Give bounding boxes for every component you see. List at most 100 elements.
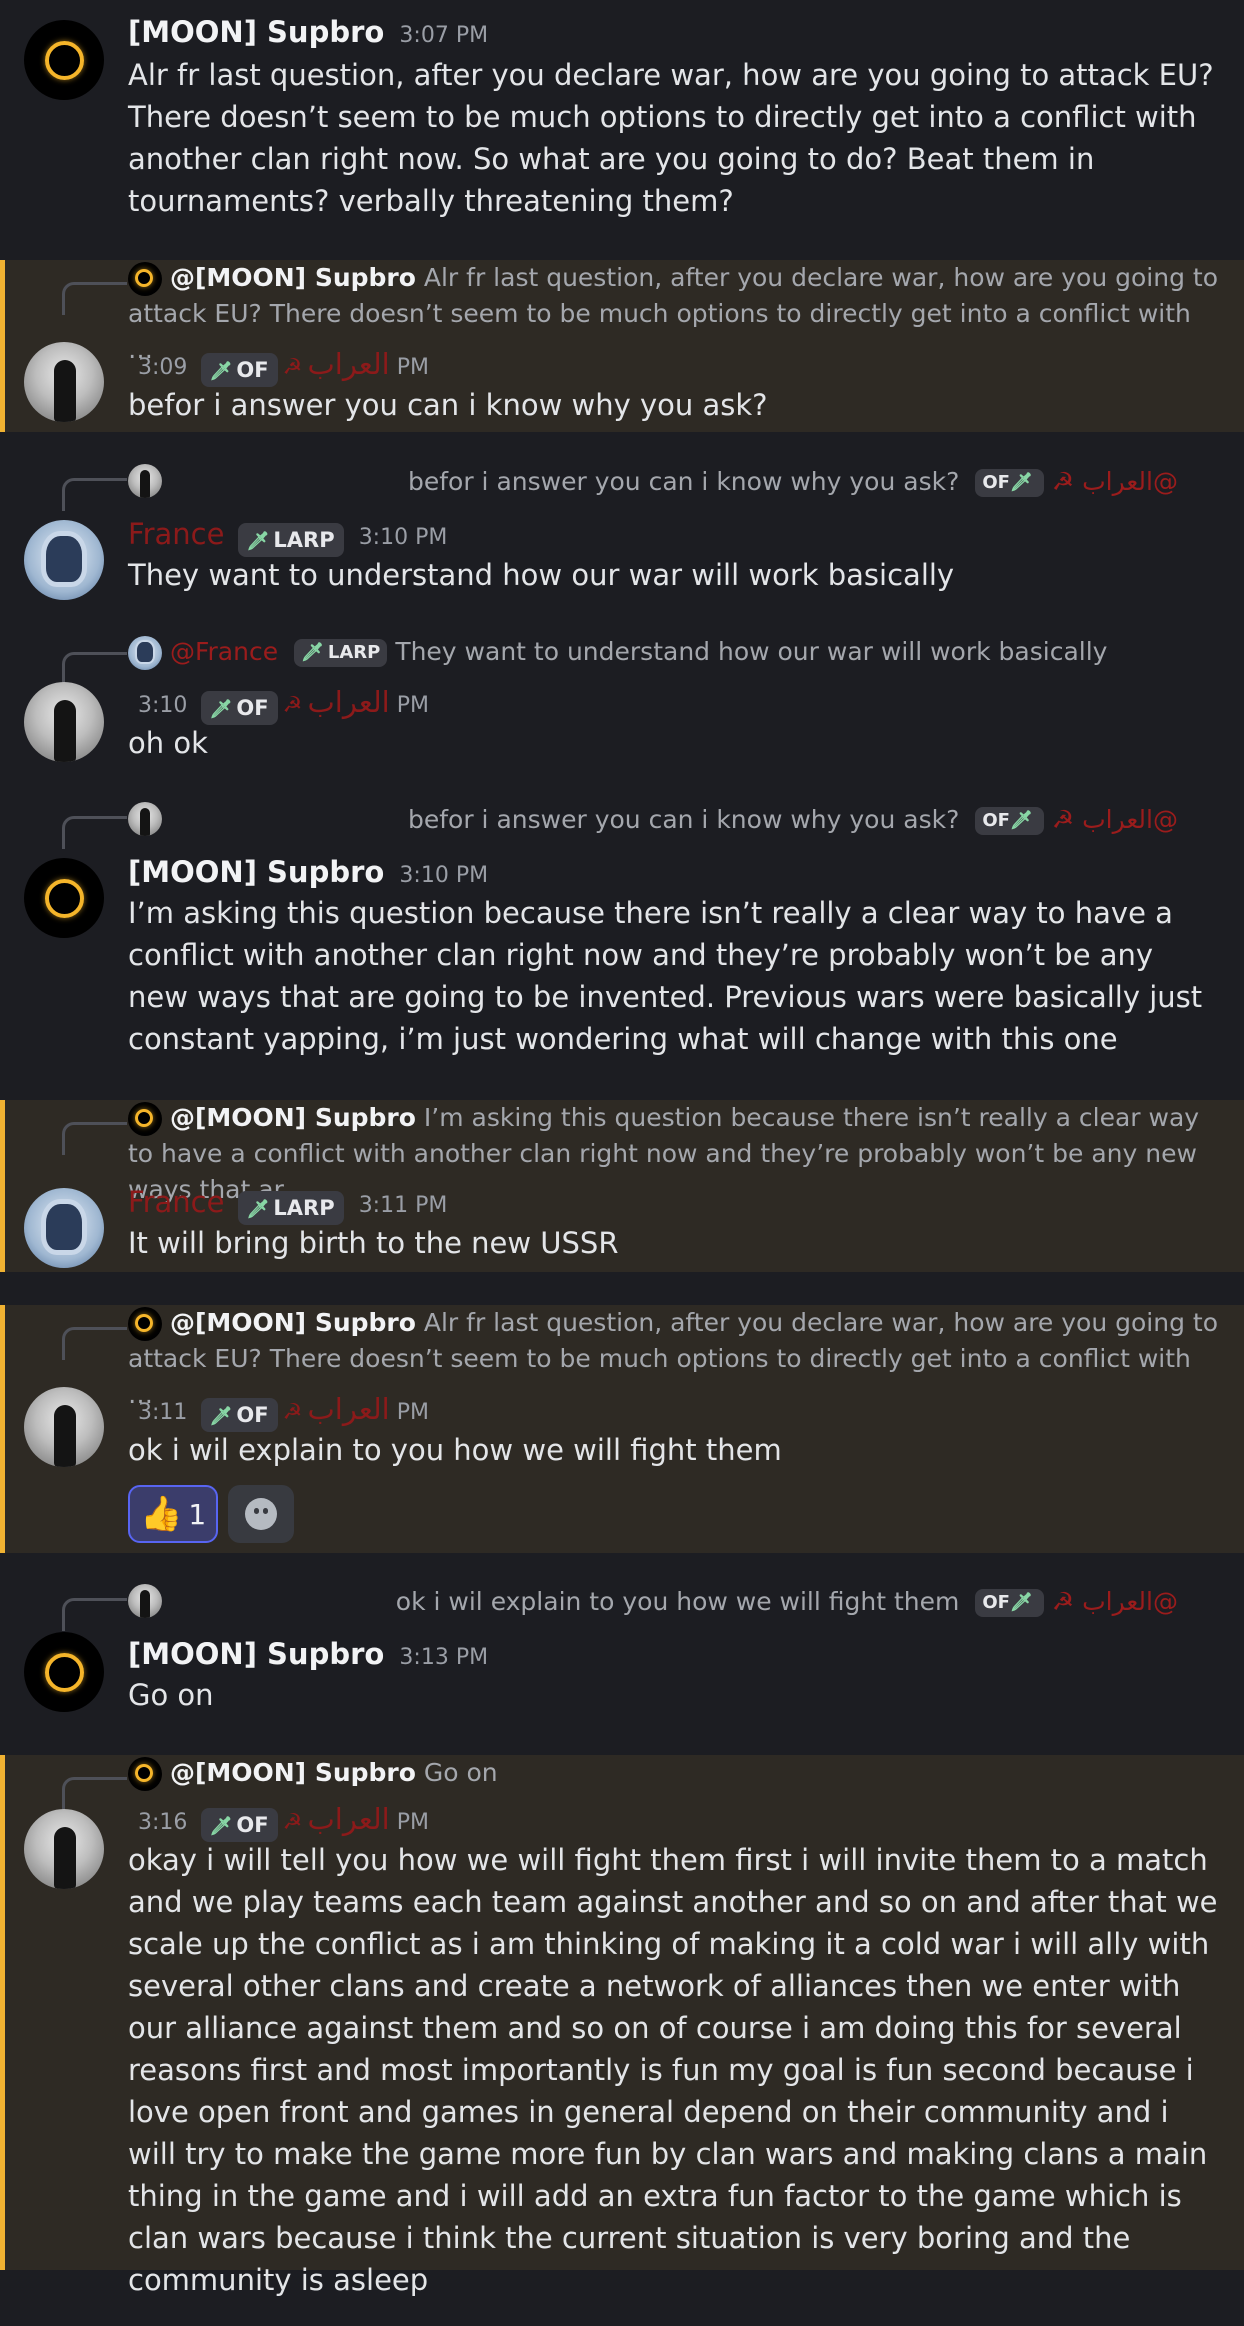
message-block: @France 🗡 LARP They want to understand ho… bbox=[0, 630, 1244, 780]
message-block-highlighted: @[MOON] Supbro I’m asking this question … bbox=[0, 1100, 1244, 1272]
reply-text: ok i wil explain to you how we will figh… bbox=[395, 1587, 960, 1616]
sword-icon: 🗡 bbox=[209, 360, 233, 382]
message-header: العراب ☭ 🗡 OF 3:16 PM bbox=[128, 1797, 429, 1842]
reply-avatar bbox=[128, 1757, 162, 1791]
add-reaction-button[interactable] bbox=[228, 1485, 295, 1543]
author-name[interactable]: France bbox=[128, 517, 224, 551]
message-block-highlighted: @[MOON] Supbro Go on العراب ☭ 🗡 OF 3:16 P… bbox=[0, 1755, 1244, 2297]
reply-preview[interactable]: @العراب ☭ 🗡OF ?befor i answer you can i … bbox=[128, 464, 1178, 500]
role-tag: 🗡OF bbox=[975, 807, 1044, 835]
author-name[interactable]: [MOON] Supbro bbox=[128, 855, 384, 889]
chat-log: [MOON] Supbro 3:07 PM Alr fr last questi… bbox=[0, 0, 1244, 2326]
message-text: They want to understand how our war will… bbox=[128, 558, 955, 592]
reply-connector bbox=[62, 1327, 127, 1360]
reply-author: @العراب ☭ bbox=[1051, 805, 1178, 834]
role-tag[interactable]: 🗡 LARP bbox=[237, 522, 344, 557]
message-text: Alr fr last question, after you declare … bbox=[128, 58, 1214, 218]
avatar-france[interactable] bbox=[24, 1188, 104, 1268]
author-name[interactable]: العراب bbox=[307, 1392, 389, 1426]
reply-author: @العراب ☭ bbox=[1051, 1587, 1178, 1616]
message-block-highlighted: @[MOON] Supbro Alr fr last question, aft… bbox=[0, 260, 1244, 432]
reply-author: @[MOON] Supbro bbox=[169, 263, 416, 292]
timestamp: 3:13 PM bbox=[399, 1645, 489, 1670]
reply-connector bbox=[62, 816, 127, 849]
sword-icon: 🗡 bbox=[209, 698, 233, 720]
reply-preview[interactable]: @العراب ☭ 🗡OF ok i wil explain to you ho… bbox=[128, 1584, 1178, 1620]
sword-icon: 🗡 bbox=[246, 530, 270, 552]
reply-author: @[MOON] Supbro bbox=[169, 1758, 416, 1787]
reply-author: @[MOON] Supbro bbox=[169, 1308, 416, 1337]
message-text: ok i wil explain to you how we will figh… bbox=[128, 1433, 782, 1467]
reply-text: They want to understand how our war will… bbox=[395, 637, 1108, 666]
reply-preview[interactable]: @العراب ☭ 🗡OF ?befor i answer you can i … bbox=[128, 802, 1178, 838]
message-header: [MOON] Supbro 3:10 PM bbox=[128, 850, 488, 894]
role-tag: 🗡 LARP bbox=[294, 639, 388, 667]
reply-connector bbox=[62, 1598, 127, 1631]
message-block-highlighted: @[MOON] Supbro Alr fr last question, aft… bbox=[0, 1305, 1244, 1553]
avatar-arab[interactable] bbox=[24, 1809, 104, 1889]
smiley-icon bbox=[245, 1498, 278, 1530]
avatar-supbro[interactable] bbox=[24, 1632, 104, 1712]
message-text: okay i will tell you how we will fight t… bbox=[128, 1843, 1218, 2297]
timestamp: 3:10 PM bbox=[358, 525, 448, 550]
reply-connector bbox=[62, 282, 127, 315]
message-header: [MOON] Supbro 3:07 PM bbox=[128, 10, 488, 54]
sickle-icon: ☭ bbox=[282, 1810, 303, 1835]
message-header: العراب ☭ 🗡 OF 3:10 PM bbox=[128, 680, 429, 725]
avatar-arab[interactable] bbox=[24, 342, 104, 422]
avatar-france[interactable] bbox=[24, 520, 104, 600]
reply-preview[interactable]: @[MOON] Supbro Go on bbox=[128, 1755, 1220, 1791]
message-block: [MOON] Supbro 3:07 PM Alr fr last questi… bbox=[0, 0, 1244, 250]
message-text: oh ok bbox=[128, 726, 208, 760]
role-tag[interactable]: 🗡 OF bbox=[200, 1397, 278, 1432]
message-header: France 🗡 LARP 3:11 PM bbox=[128, 1180, 448, 1225]
timestamp: 3:10 PM bbox=[399, 863, 489, 888]
sickle-icon: ☭ bbox=[282, 693, 303, 718]
message-header: [MOON] Supbro 3:13 PM bbox=[128, 1632, 488, 1676]
message-header: العراب ☭ 🗡 OF 3:11 PM bbox=[128, 1387, 429, 1432]
role-tag[interactable]: 🗡 OF bbox=[200, 352, 278, 387]
author-name[interactable]: العراب bbox=[307, 347, 389, 381]
avatar-supbro[interactable] bbox=[24, 20, 104, 100]
reaction-count: 1 bbox=[188, 1497, 207, 1531]
sword-icon: 🗡 bbox=[209, 1405, 233, 1427]
reply-connector bbox=[62, 478, 127, 511]
role-tag: 🗡OF bbox=[975, 1589, 1044, 1617]
message-block: @العراب ☭ 🗡OF ?befor i answer you can i … bbox=[0, 790, 1244, 1080]
reactions-bar: 👍 1 bbox=[128, 1485, 295, 1543]
role-tag[interactable]: 🗡 OF bbox=[200, 690, 278, 725]
timestamp: 3:11 PM bbox=[358, 1193, 448, 1218]
reply-text: Go on bbox=[423, 1758, 498, 1787]
role-tag[interactable]: 🗡 LARP bbox=[237, 1190, 344, 1225]
message-header: France 🗡 LARP 3:10 PM bbox=[128, 512, 448, 557]
author-name[interactable]: [MOON] Supbro bbox=[128, 15, 384, 49]
message-block: @العراب ☭ 🗡OF ok i wil explain to you ho… bbox=[0, 1572, 1244, 1742]
author-name[interactable]: France bbox=[128, 1185, 224, 1219]
avatar-arab[interactable] bbox=[24, 1387, 104, 1467]
reply-author: @العراب ☭ bbox=[1051, 467, 1178, 496]
message-text: It will bring birth to the new USSR bbox=[128, 1226, 619, 1260]
avatar-supbro[interactable] bbox=[24, 858, 104, 938]
reply-author: @[MOON] Supbro bbox=[169, 1103, 416, 1132]
reply-avatar bbox=[128, 262, 162, 296]
thumbs-up-icon: 👍 bbox=[140, 1494, 183, 1534]
reply-author: @France bbox=[169, 637, 279, 666]
avatar-arab[interactable] bbox=[24, 682, 104, 762]
reply-avatar bbox=[128, 636, 162, 670]
author-name[interactable]: العراب bbox=[307, 1802, 389, 1836]
sword-icon: 🗡 bbox=[246, 1198, 270, 1220]
reply-preview[interactable]: @France 🗡 LARP They want to understand ho… bbox=[128, 634, 1220, 670]
role-tag[interactable]: 🗡 OF bbox=[200, 1807, 278, 1842]
author-name[interactable]: العراب bbox=[307, 685, 389, 719]
sickle-icon: ☭ bbox=[282, 1400, 303, 1425]
message-header: العراب ☭ 🗡 OF 3:09 PM bbox=[128, 342, 429, 387]
reply-connector bbox=[62, 1777, 127, 1810]
role-tag: 🗡OF bbox=[975, 469, 1044, 497]
author-name[interactable]: [MOON] Supbro bbox=[128, 1637, 384, 1671]
message-text: befor i answer you can i know why you as… bbox=[128, 388, 768, 422]
reaction-thumbs-up[interactable]: 👍 1 bbox=[128, 1485, 219, 1543]
sickle-icon: ☭ bbox=[282, 355, 303, 380]
reply-text: ?befor i answer you can i know why you a… bbox=[407, 467, 960, 496]
timestamp: 3:07 PM bbox=[399, 23, 489, 48]
reply-connector bbox=[62, 652, 127, 685]
